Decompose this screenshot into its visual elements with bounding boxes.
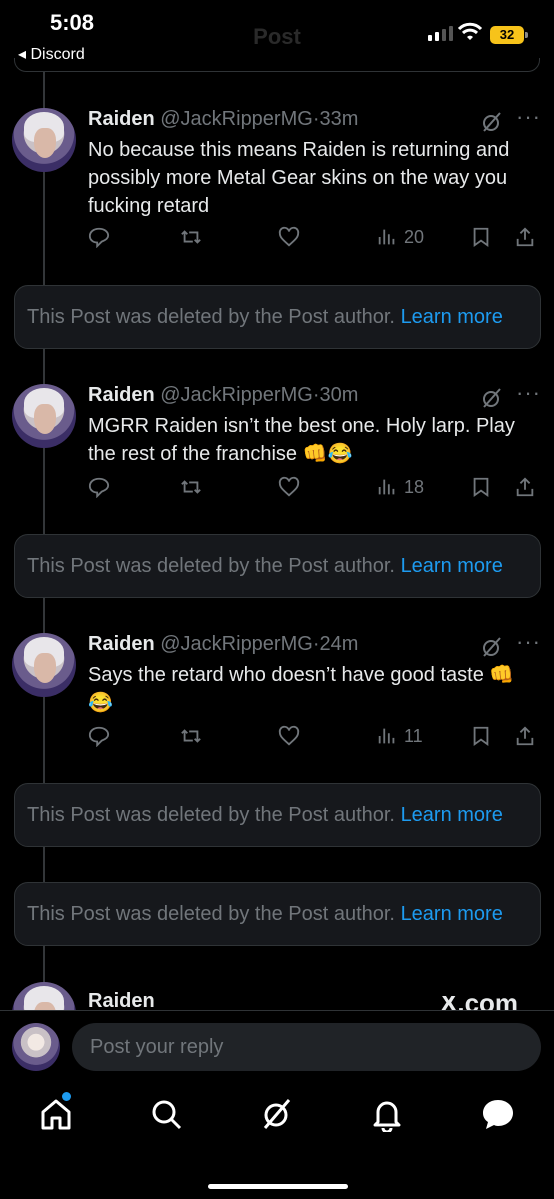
signal-icon bbox=[428, 26, 453, 41]
deleted-post-notice: This Post was deleted by the Post author… bbox=[14, 882, 541, 946]
repost-button[interactable] bbox=[180, 723, 202, 749]
tweet-actions: 18 bbox=[88, 474, 538, 500]
repost-button[interactable] bbox=[180, 474, 202, 500]
tweet-time: 30m bbox=[319, 384, 359, 406]
views-icon bbox=[378, 479, 395, 495]
my-avatar[interactable] bbox=[12, 1023, 60, 1071]
avatar[interactable] bbox=[12, 108, 76, 172]
tweet-header: Raiden @JackRipperMG·33m bbox=[88, 108, 359, 130]
avatar[interactable] bbox=[12, 633, 76, 697]
more-options-icon[interactable]: ··· bbox=[516, 104, 541, 130]
reply-button[interactable] bbox=[88, 474, 110, 500]
bottom-tab-bar bbox=[0, 1080, 554, 1199]
bookmark-icon bbox=[473, 227, 489, 248]
repost-button[interactable] bbox=[180, 224, 202, 250]
bell-icon[interactable] bbox=[369, 1096, 405, 1132]
tweet-time: 24m bbox=[319, 633, 359, 655]
heart-icon bbox=[278, 725, 300, 746]
deleted-post-notice: This Post was deleted by the Post author… bbox=[14, 285, 541, 349]
avatar[interactable] bbox=[12, 384, 76, 448]
views-button[interactable]: 20 bbox=[376, 224, 424, 250]
bookmark-icon bbox=[473, 726, 489, 747]
share-icon bbox=[516, 726, 534, 746]
deleted-text: This Post was deleted by the Post author… bbox=[27, 555, 395, 577]
home-icon[interactable] bbox=[38, 1096, 74, 1132]
views-icon bbox=[378, 229, 395, 245]
tweet-actions: 11 bbox=[88, 723, 538, 749]
views-count: 18 bbox=[404, 476, 425, 497]
chat-icon[interactable] bbox=[480, 1096, 516, 1132]
like-button[interactable] bbox=[278, 723, 300, 749]
share-icon bbox=[516, 477, 534, 497]
reply-button[interactable] bbox=[88, 224, 110, 250]
deleted-post-notice: This Post was deleted by the Post author… bbox=[14, 534, 541, 598]
more-options-icon[interactable]: ··· bbox=[516, 629, 541, 655]
reply-icon bbox=[88, 227, 110, 248]
deleted-text: This Post was deleted by the Post author… bbox=[27, 804, 395, 826]
views-count: 20 bbox=[404, 226, 425, 247]
reply-icon bbox=[88, 726, 110, 747]
repost-icon bbox=[181, 480, 201, 494]
tweet-time: 33m bbox=[319, 108, 359, 130]
learn-more-link[interactable]: Learn more bbox=[401, 804, 503, 826]
share-icon bbox=[516, 227, 534, 247]
tweet-header: Raiden @JackRipperMG·24m bbox=[88, 633, 359, 655]
learn-more-link[interactable]: Learn more bbox=[401, 555, 503, 577]
author-name[interactable]: Raiden bbox=[88, 108, 155, 130]
heart-icon bbox=[278, 476, 300, 497]
deleted-post-notice: This Post was deleted by the Post author… bbox=[14, 783, 541, 847]
bookmark-button[interactable] bbox=[470, 474, 492, 500]
x-watermark: X.com bbox=[440, 996, 518, 1010]
bookmark-icon bbox=[473, 477, 489, 498]
reply-bar: Post your reply bbox=[0, 1010, 554, 1080]
bookmark-button[interactable] bbox=[470, 224, 492, 250]
learn-more-link[interactable]: Learn more bbox=[401, 306, 503, 328]
avatar[interactable] bbox=[12, 982, 76, 1010]
repost-icon bbox=[181, 230, 201, 244]
notification-dot bbox=[62, 1092, 71, 1101]
grok-icon[interactable] bbox=[480, 386, 504, 410]
tweet-actions: 20 bbox=[88, 224, 538, 250]
share-button[interactable] bbox=[514, 723, 536, 749]
views-button[interactable]: 18 bbox=[376, 474, 424, 500]
grok-icon[interactable] bbox=[480, 635, 504, 659]
author-name[interactable]: Raiden bbox=[88, 384, 155, 406]
deleted-text: This Post was deleted by the Post author… bbox=[27, 306, 395, 328]
learn-more-link[interactable]: Learn more bbox=[401, 903, 503, 925]
reply-input[interactable]: Post your reply bbox=[72, 1023, 541, 1071]
grok-icon[interactable] bbox=[259, 1096, 295, 1132]
share-button[interactable] bbox=[514, 224, 536, 250]
author-handle[interactable]: @JackRipperMG bbox=[160, 633, 313, 655]
views-count: 11 bbox=[404, 725, 423, 746]
author-name[interactable]: Raiden bbox=[88, 990, 155, 1010]
grok-icon[interactable] bbox=[480, 110, 504, 134]
wifi-icon bbox=[458, 22, 482, 40]
tweet-text: No because this means Raiden is returnin… bbox=[88, 139, 510, 217]
author-handle[interactable]: @JackRipperMG bbox=[160, 108, 313, 130]
like-button[interactable] bbox=[278, 474, 300, 500]
reply-button[interactable] bbox=[88, 723, 110, 749]
bookmark-button[interactable] bbox=[470, 723, 492, 749]
more-options-icon[interactable]: ··· bbox=[516, 380, 541, 406]
share-button[interactable] bbox=[514, 474, 536, 500]
battery-indicator: 32 bbox=[490, 26, 528, 44]
repost-icon bbox=[181, 729, 201, 743]
search-icon[interactable] bbox=[148, 1096, 184, 1132]
heart-icon bbox=[278, 226, 300, 247]
author-handle[interactable]: @JackRipperMG bbox=[160, 384, 313, 406]
home-indicator bbox=[208, 1184, 348, 1189]
tweet-header: Raiden @JackRipperMG·30m bbox=[88, 384, 359, 406]
tweet-text: MGRR Raiden isn’t the best one. Holy lar… bbox=[88, 415, 515, 465]
previous-post-card-edge bbox=[14, 58, 540, 72]
reply-icon bbox=[88, 477, 110, 498]
tweet-text: Says the retard who doesn’t have good ta… bbox=[88, 664, 515, 714]
deleted-text: This Post was deleted by the Post author… bbox=[27, 903, 395, 925]
like-button[interactable] bbox=[278, 224, 300, 250]
views-button[interactable]: 11 bbox=[376, 723, 423, 749]
views-icon bbox=[378, 728, 395, 744]
author-name[interactable]: Raiden bbox=[88, 633, 155, 655]
